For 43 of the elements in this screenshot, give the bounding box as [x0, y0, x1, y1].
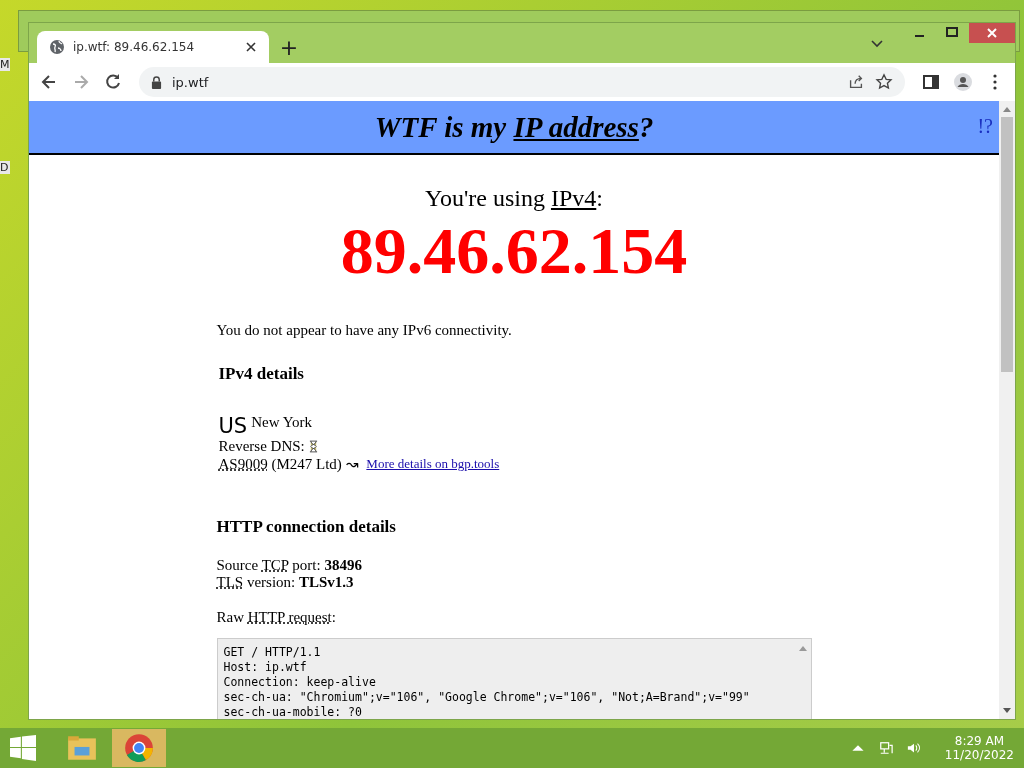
address-bar[interactable]: ip.wtf [139, 67, 905, 97]
scrollbar-thumb[interactable] [1001, 117, 1013, 372]
desktop-icon-label: D [0, 161, 10, 174]
reverse-dns-label: Reverse DNS: [218, 438, 305, 455]
windows-logo-icon[interactable] [10, 735, 36, 761]
section-heading: HTTP connection details [216, 517, 397, 537]
scroll-up-icon[interactable] [1003, 106, 1011, 112]
request-line: Host: ip.wtf [223, 660, 307, 675]
reload-icon[interactable] [103, 72, 123, 92]
desktop-icon-label: M [0, 58, 10, 71]
connection-detail: Source TCP port: 38496 [216, 557, 363, 574]
connection-detail: TLS version: TLSv1.3 [216, 574, 355, 591]
star-icon[interactable] [875, 73, 893, 91]
page-title: WTF is my IP address? [374, 110, 654, 144]
side-panel-icon[interactable] [921, 72, 941, 92]
raw-request-label: Raw HTTP request: [216, 609, 337, 626]
request-line: sec-ch-ua: "Chromium";v="106", "Google Chrome";v="106", "Not;A=Brand";v="99" [223, 690, 750, 705]
globe-icon [49, 39, 65, 55]
profile-icon[interactable] [953, 72, 973, 92]
ip-address-link[interactable]: IP address [513, 110, 639, 143]
ip-version-text: You're using IPv4: [424, 185, 604, 212]
ip-address: 89.46.62.154 [339, 218, 689, 284]
hourglass-icon [308, 440, 318, 453]
new-tab-button[interactable]: + [273, 31, 305, 63]
network-icon[interactable] [878, 741, 893, 755]
section-heading: IPv4 details [218, 364, 305, 384]
request-line: Connection: keep-alive [223, 675, 376, 690]
city-name: New York [251, 414, 313, 431]
chrome-icon [123, 732, 155, 764]
ipv4-link[interactable]: IPv4 [550, 185, 597, 211]
help-link[interactable]: !? [977, 115, 993, 138]
asn-text: AS9009 (M247 Ltd) ↝ [218, 455, 360, 473]
request-line: sec-ch-ua-mobile: ?0 [223, 705, 362, 719]
lock-icon [151, 75, 162, 89]
request-line: GET / HTTP/1.1 [223, 645, 321, 660]
country-code: US [218, 414, 248, 438]
scroll-down-icon[interactable] [1003, 708, 1011, 714]
share-icon[interactable] [847, 73, 865, 91]
bgp-tools-link[interactable]: More details on bgp.tools [366, 456, 500, 472]
taskbar-button[interactable] [112, 729, 166, 767]
browser-tab[interactable]: ip.wtf: 89.46.62.154 [37, 31, 269, 63]
speaker-icon[interactable] [906, 741, 921, 755]
ipv6-note: You do not appear to have any IPv6 connectivity. [216, 322, 513, 339]
